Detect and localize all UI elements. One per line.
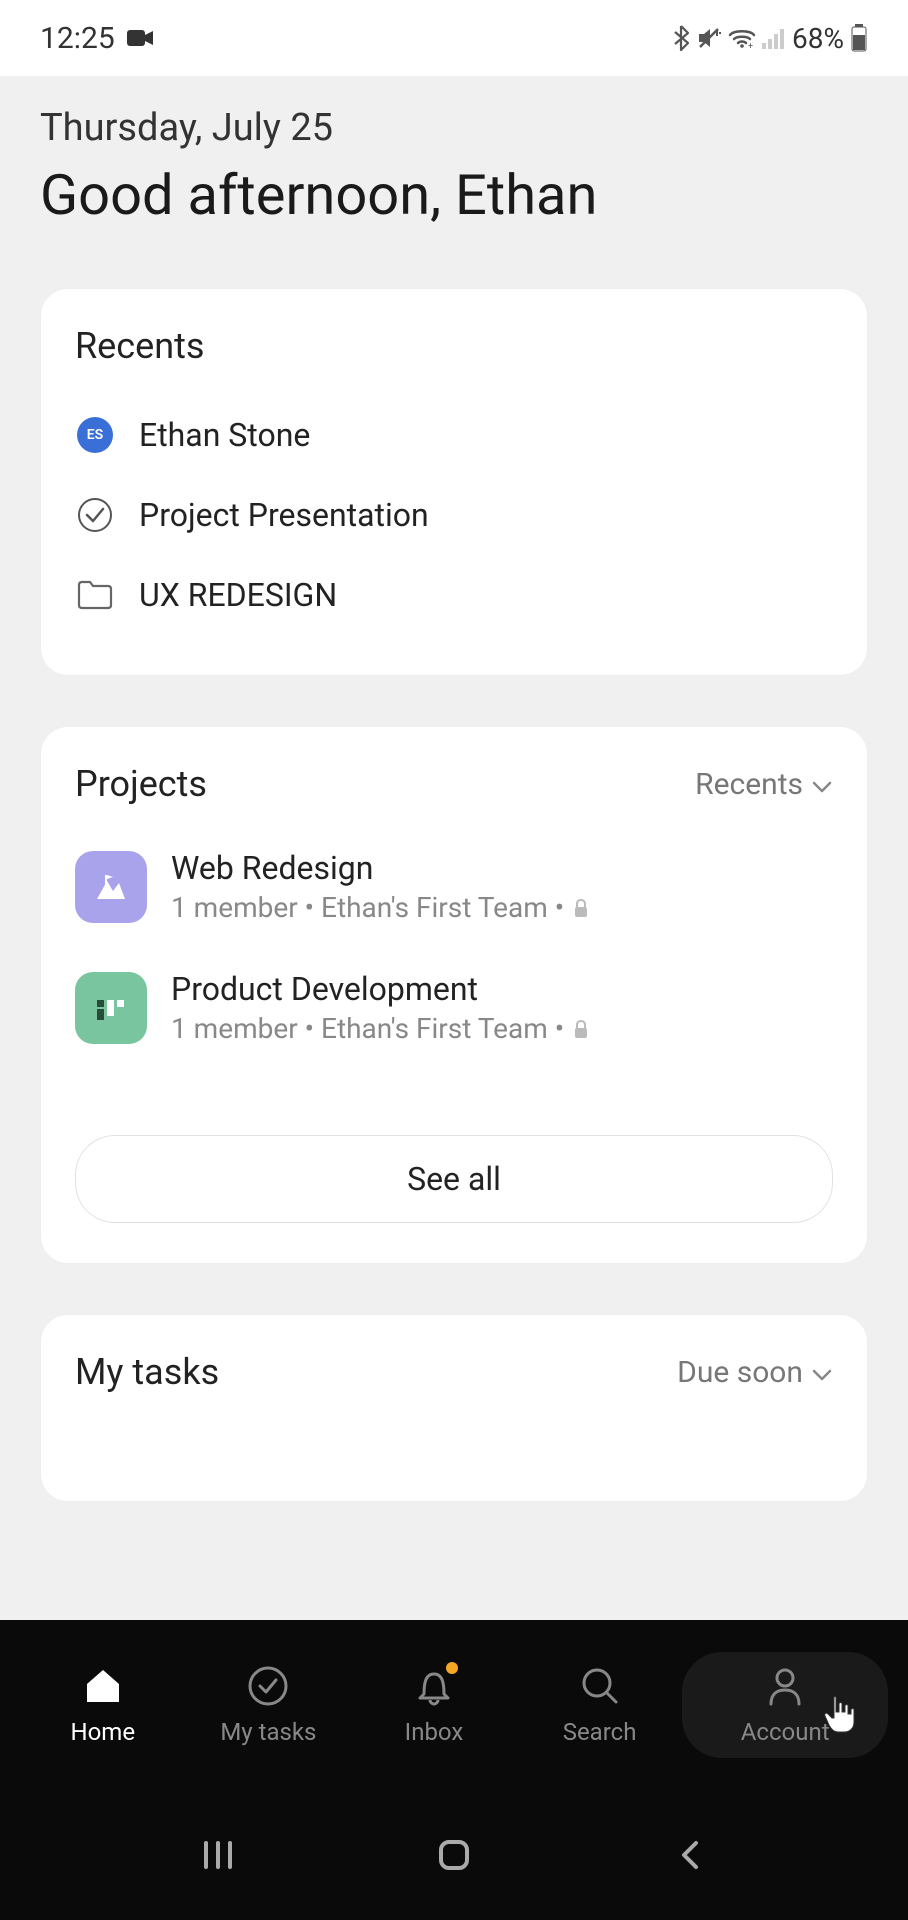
recent-label: UX REDESIGN	[139, 576, 337, 614]
my-tasks-filter[interactable]: Due soon	[677, 1355, 833, 1390]
project-meta: 1 member • Ethan's First Team •	[171, 1012, 590, 1045]
projects-card: Projects Recents Web Redesign 1 member •…	[40, 726, 868, 1264]
nav-search[interactable]: Search	[517, 1664, 683, 1746]
battery-icon	[850, 24, 868, 52]
lock-icon	[572, 1019, 590, 1039]
svg-text:+: +	[748, 42, 753, 49]
bottom-nav: Home My tasks Inbox Search Account	[0, 1620, 908, 1790]
filter-label: Due soon	[677, 1355, 803, 1390]
recent-item-folder[interactable]: UX REDESIGN	[75, 555, 833, 635]
nav-my-tasks[interactable]: My tasks	[186, 1664, 352, 1746]
bell-icon	[412, 1664, 456, 1708]
camera-icon	[127, 28, 155, 48]
nav-label: Account	[741, 1718, 830, 1746]
search-icon	[578, 1664, 622, 1708]
project-meta: 1 member • Ethan's First Team •	[171, 891, 590, 924]
projects-filter[interactable]: Recents	[695, 767, 833, 802]
content-area: Thursday, July 25 Good afternoon, Ethan …	[0, 76, 908, 1620]
bluetooth-icon	[672, 24, 690, 52]
project-name: Web Redesign	[171, 849, 590, 887]
chevron-down-icon	[811, 767, 833, 802]
check-circle-icon	[246, 1664, 290, 1708]
nav-label: My tasks	[220, 1718, 316, 1746]
recent-item-user[interactable]: ES Ethan Stone	[75, 395, 833, 475]
status-time: 12:25	[40, 21, 115, 56]
sys-recents-button[interactable]	[188, 1825, 248, 1885]
status-bar: 12:25 + 68%	[0, 0, 908, 76]
nav-inbox[interactable]: Inbox	[351, 1664, 517, 1746]
system-nav	[0, 1790, 908, 1920]
project-item[interactable]: Web Redesign 1 member • Ethan's First Te…	[75, 833, 833, 954]
cursor-hand-icon	[822, 1694, 856, 1740]
filter-label: Recents	[695, 767, 803, 802]
my-tasks-card: My tasks Due soon	[40, 1314, 868, 1502]
chevron-down-icon	[811, 1355, 833, 1390]
recent-label: Ethan Stone	[139, 416, 310, 454]
sys-home-button[interactable]	[424, 1825, 484, 1885]
header-greeting: Good afternoon, Ethan	[40, 162, 868, 228]
nav-label: Inbox	[405, 1718, 464, 1746]
nav-label: Home	[71, 1718, 136, 1746]
check-circle-icon	[75, 495, 115, 535]
recents-title: Recents	[75, 325, 833, 367]
mute-icon	[696, 25, 722, 51]
recent-item-task[interactable]: Project Presentation	[75, 475, 833, 555]
battery-percent: 68%	[792, 22, 844, 55]
project-item[interactable]: Product Development 1 member • Ethan's F…	[75, 954, 833, 1075]
project-icon-board	[75, 972, 147, 1044]
avatar-initials: ES	[77, 417, 113, 453]
notification-dot	[446, 1662, 458, 1674]
projects-title: Projects	[75, 763, 207, 805]
person-icon	[763, 1664, 807, 1708]
lock-icon	[572, 898, 590, 918]
status-right: + 68%	[672, 22, 868, 55]
see-all-button[interactable]: See all	[75, 1135, 833, 1223]
recents-card: Recents ES Ethan Stone Project Presentat…	[40, 288, 868, 676]
home-icon	[81, 1664, 125, 1708]
status-left: 12:25	[40, 21, 155, 56]
nav-label: Search	[563, 1718, 637, 1746]
nav-home[interactable]: Home	[20, 1664, 186, 1746]
avatar-icon: ES	[75, 415, 115, 455]
signal-icon	[762, 27, 786, 49]
wifi-icon: +	[728, 27, 756, 49]
sys-back-button[interactable]	[660, 1825, 720, 1885]
project-icon-mountain	[75, 851, 147, 923]
nav-account[interactable]: Account	[682, 1652, 888, 1758]
folder-icon	[75, 575, 115, 615]
my-tasks-title: My tasks	[75, 1351, 219, 1393]
recent-label: Project Presentation	[139, 496, 429, 534]
project-name: Product Development	[171, 970, 590, 1008]
header-date: Thursday, July 25	[40, 106, 868, 150]
